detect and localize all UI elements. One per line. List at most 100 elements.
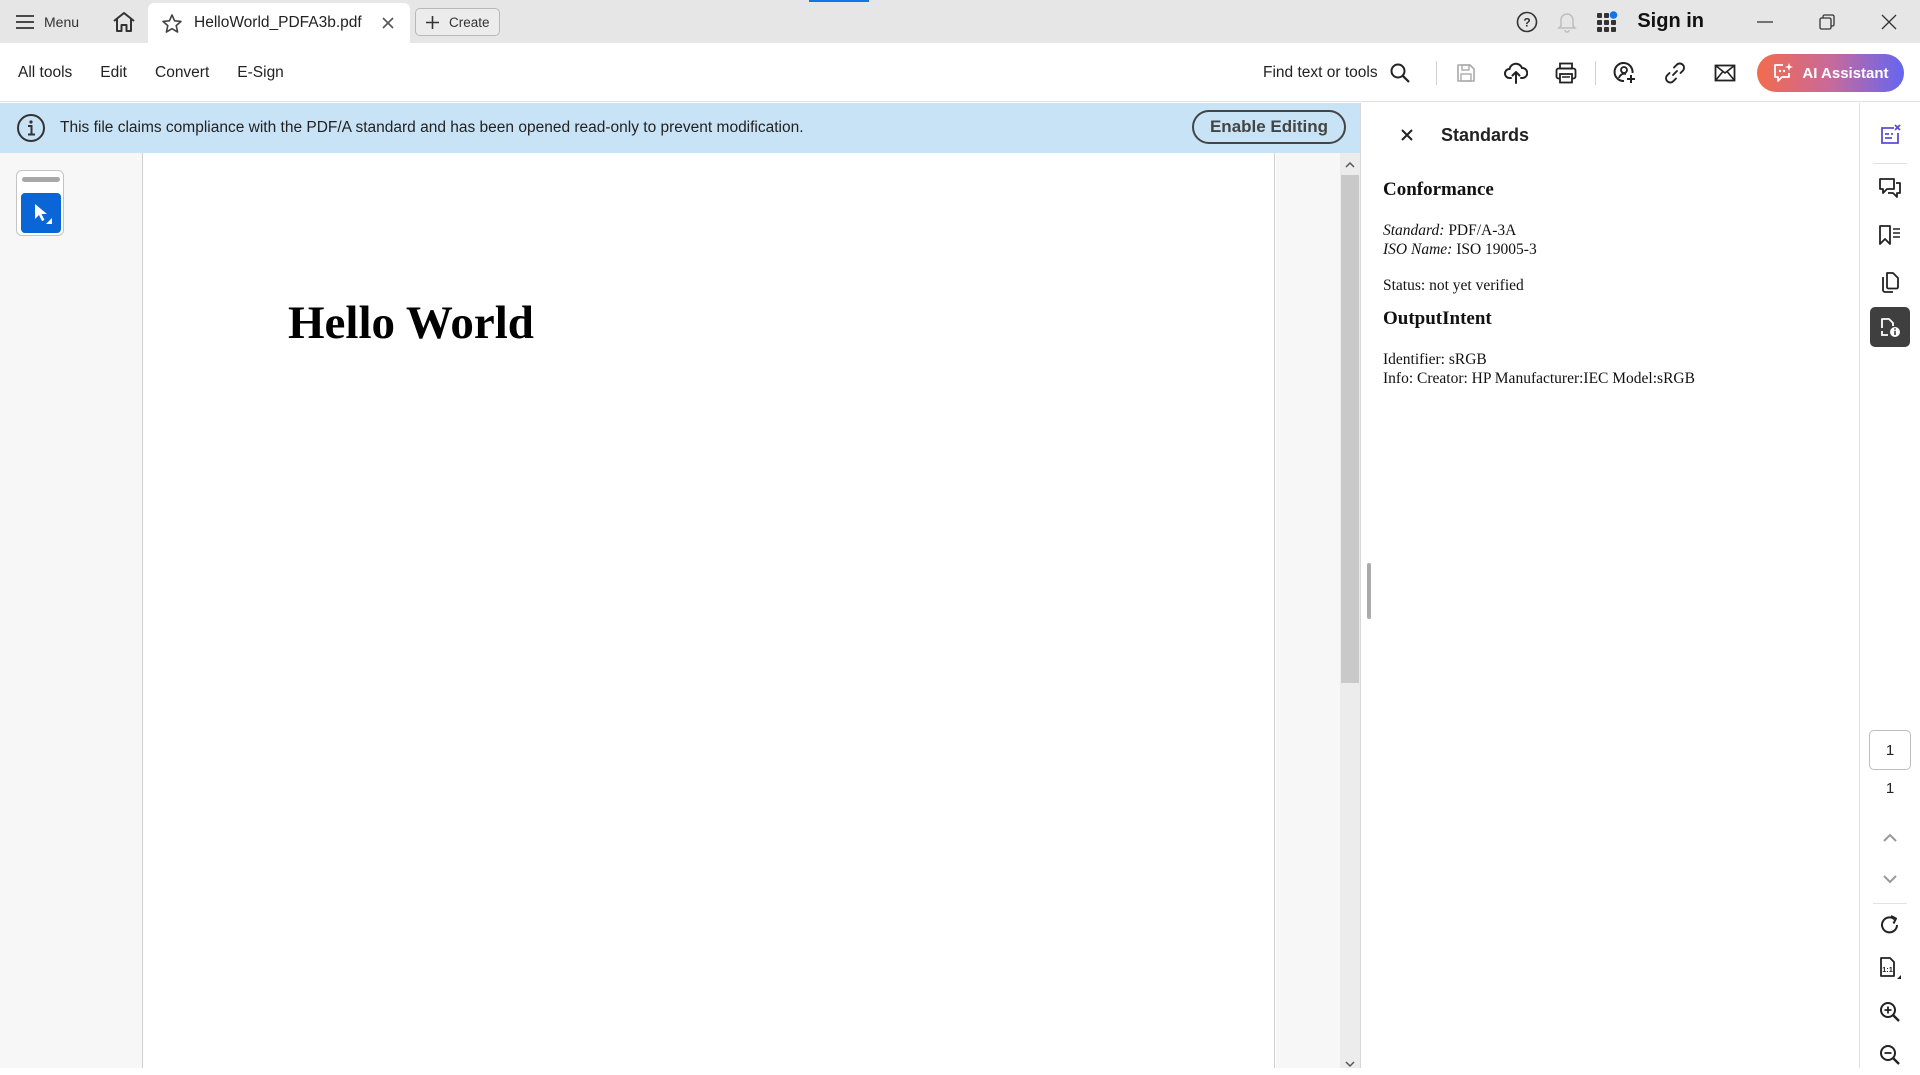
output-intent-heading: OutputIntent [1383, 308, 1492, 329]
drag-handle[interactable] [22, 177, 60, 182]
iso-name-row: ISO Name: ISO 19005-3 [1383, 240, 1695, 259]
window-close-button[interactable] [1858, 0, 1920, 43]
save-button[interactable] [1441, 43, 1491, 102]
pages-button[interactable] [1870, 262, 1910, 302]
scrollbar-thumb[interactable] [1341, 175, 1359, 683]
pages-icon [1879, 271, 1901, 293]
minimize-button[interactable] [1734, 0, 1796, 43]
standard-row: Standard: PDF/A-3A [1383, 221, 1695, 240]
document-tab[interactable]: HelloWorld_PDFA3b.pdf [148, 3, 410, 43]
menu-all-tools[interactable]: All tools [18, 64, 72, 82]
zoom-in-button[interactable] [1870, 992, 1910, 1032]
menu-button[interactable]: Menu [16, 0, 79, 43]
close-panel-icon[interactable] [1397, 129, 1417, 141]
plus-icon [426, 15, 439, 29]
standard-value: PDF/A-3A [1448, 222, 1517, 239]
print-button[interactable] [1541, 43, 1591, 102]
total-pages: 1 [1885, 780, 1895, 797]
window-close-icon [1881, 14, 1897, 30]
share-button[interactable] [1600, 43, 1650, 102]
close-tab-icon[interactable] [378, 17, 398, 29]
actual-size-button[interactable]: 1:1 [1870, 948, 1910, 988]
menu-edit[interactable]: Edit [100, 64, 127, 82]
create-button[interactable]: Create [415, 8, 500, 36]
restore-icon [1819, 13, 1835, 30]
bell-icon [1557, 11, 1578, 33]
toolbar-divider [1436, 60, 1437, 85]
help-button[interactable]: ? [1507, 0, 1547, 43]
zoom-out-button[interactable] [1870, 1035, 1910, 1075]
cloud-upload-icon [1504, 62, 1528, 84]
current-page-input[interactable]: 1 [1869, 730, 1911, 770]
ai-assistant-button[interactable]: AI Assistant [1757, 54, 1904, 92]
right-tool-rail: 1 1 1:1 [1859, 103, 1920, 1068]
previous-page-button[interactable] [1870, 817, 1910, 857]
left-tool-rail [0, 153, 143, 1068]
upload-button[interactable] [1491, 43, 1541, 102]
sign-in-button[interactable]: Sign in [1637, 10, 1704, 33]
menu-convert[interactable]: Convert [155, 64, 209, 82]
comments-button[interactable] [1870, 168, 1910, 208]
rotate-button[interactable] [1870, 905, 1910, 945]
ai-edit-button[interactable] [1870, 115, 1910, 155]
create-label: Create [449, 14, 490, 30]
home-button[interactable] [110, 0, 138, 43]
print-icon [1555, 62, 1577, 84]
rail-divider [1873, 903, 1907, 904]
loading-indicator [809, 0, 869, 2]
select-tool-button[interactable] [16, 170, 64, 236]
tab-title: HelloWorld_PDFA3b.pdf [194, 14, 362, 31]
email-icon [1714, 64, 1736, 82]
apps-button[interactable] [1587, 0, 1627, 43]
identifier-text: Identifier: sRGB [1383, 351, 1487, 368]
next-page-button[interactable] [1870, 859, 1910, 899]
rail-divider [1873, 163, 1907, 164]
email-button[interactable] [1700, 43, 1750, 102]
bookmark-icon [1878, 224, 1902, 246]
menu-e-sign[interactable]: E-Sign [237, 64, 284, 82]
toolbar: All tools Edit Convert E-Sign Find text … [0, 43, 1920, 102]
find-button[interactable]: Find text or tools [1263, 43, 1410, 102]
document-properties-button[interactable] [1870, 307, 1910, 347]
notifications-button[interactable] [1547, 0, 1587, 43]
panel-title: Standards [1441, 124, 1530, 145]
ai-assistant-label: AI Assistant [1802, 64, 1889, 82]
copy-link-button[interactable] [1650, 43, 1700, 102]
comment-icon [1878, 177, 1902, 199]
save-icon [1456, 63, 1476, 83]
bookmarks-button[interactable] [1870, 215, 1910, 255]
document-scrollbar[interactable] [1340, 153, 1360, 1068]
chevron-up-icon [1883, 833, 1897, 842]
svg-text:1:1: 1:1 [1882, 965, 1893, 974]
info-icon [16, 113, 46, 143]
standard-label: Standard: [1383, 222, 1445, 239]
toolbar-divider [1595, 60, 1596, 85]
conformance-heading: Conformance [1383, 179, 1494, 200]
share-user-icon [1613, 61, 1637, 85]
standards-panel: Standards Conformance Standard: PDF/A-3A… [1361, 103, 1859, 1068]
help-icon: ? [1516, 11, 1538, 33]
document-margin [1276, 153, 1340, 1068]
info-text: Info: Creator: HP Manufacturer:IEC Model… [1383, 370, 1695, 387]
iso-name-label: ISO Name: [1383, 241, 1453, 258]
find-label: Find text or tools [1263, 63, 1378, 81]
link-icon [1664, 62, 1686, 84]
scroll-up-button[interactable] [1340, 155, 1360, 173]
status-text: Status: not yet verified [1383, 277, 1524, 294]
minimize-icon [1757, 20, 1773, 23]
enable-editing-button[interactable]: Enable Editing [1192, 110, 1346, 144]
read-only-banner: This file claims compliance with the PDF… [0, 103, 1360, 153]
panel-resize-handle[interactable] [1367, 563, 1371, 619]
scroll-down-button[interactable] [1340, 1052, 1360, 1068]
star-icon[interactable] [162, 13, 182, 33]
restore-button[interactable] [1796, 0, 1858, 43]
title-bar: Menu HelloWorld_PDFA3b.pdf Create ? Sign… [0, 0, 1920, 43]
iso-name-value: ISO 19005-3 [1456, 241, 1537, 258]
zoom-in-icon [1879, 1001, 1901, 1023]
search-icon [1390, 63, 1410, 83]
svg-text:?: ? [1524, 15, 1531, 29]
menu-label: Menu [44, 13, 80, 30]
zoom-out-icon [1879, 1044, 1901, 1066]
rotate-icon [1879, 914, 1901, 936]
document-page[interactable]: Hello World [144, 153, 1275, 1068]
